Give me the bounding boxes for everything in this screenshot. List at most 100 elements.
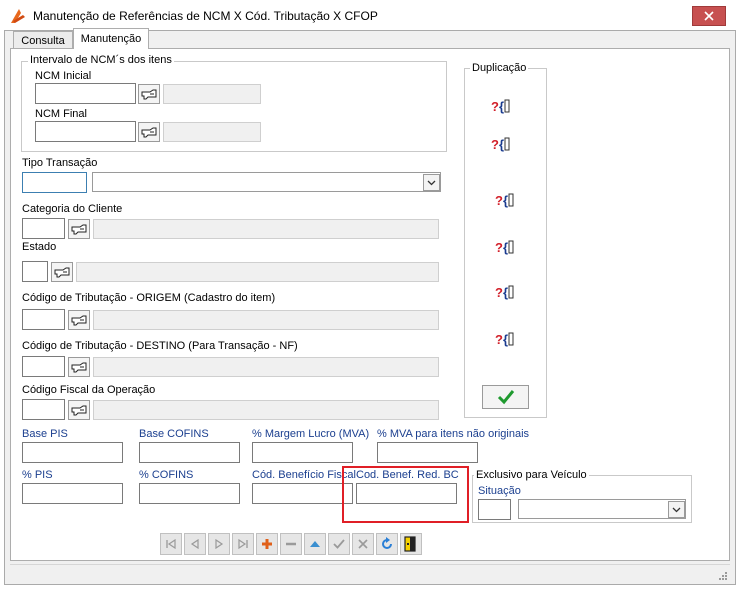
cod-trib-origem-label: Código de Tributação - ORIGEM (Cadastro … bbox=[22, 292, 276, 304]
estado-label: Estado bbox=[22, 241, 57, 253]
svg-text:?: ? bbox=[495, 193, 503, 208]
svg-text:?: ? bbox=[491, 137, 499, 152]
cod-trib-origem-lookup-button[interactable] bbox=[68, 310, 90, 330]
ncm-final-label: NCM Final bbox=[35, 108, 87, 120]
pointing-hand-icon bbox=[141, 89, 157, 100]
ncm-inicial-description bbox=[163, 84, 261, 104]
nav-first-button[interactable] bbox=[160, 533, 182, 555]
nav-edit-button[interactable] bbox=[304, 533, 326, 555]
duplicate-categoria-button[interactable]: ?{ bbox=[494, 190, 516, 210]
pointing-hand-icon bbox=[71, 362, 87, 373]
cfop-description bbox=[93, 400, 439, 420]
cod-trib-origem-input[interactable] bbox=[22, 309, 65, 330]
tab-consulta[interactable]: Consulta bbox=[13, 31, 73, 49]
nav-prior-button[interactable] bbox=[184, 533, 206, 555]
nav-insert-button[interactable] bbox=[256, 533, 278, 555]
base-cofins-label: Base COFINS bbox=[139, 428, 209, 440]
confirm-duplication-button[interactable] bbox=[482, 385, 529, 409]
cross-icon bbox=[358, 539, 368, 549]
ncm-inicial-lookup-button[interactable] bbox=[138, 84, 160, 104]
categoria-cliente-lookup-button[interactable] bbox=[68, 219, 90, 239]
duplicate-query-icon: ?{ bbox=[491, 99, 510, 114]
cod-beneficio-fiscal-input[interactable] bbox=[252, 483, 353, 504]
duplicate-tipo-transacao-button[interactable]: ?{ bbox=[490, 134, 512, 154]
categoria-cliente-description bbox=[93, 219, 439, 239]
tab-label: Consulta bbox=[21, 34, 65, 47]
tipo-transacao-dropdown-button[interactable] bbox=[423, 174, 440, 191]
duplicate-destino-button[interactable]: ?{ bbox=[494, 329, 516, 349]
estado-description bbox=[76, 262, 439, 282]
svg-text:{: { bbox=[503, 193, 508, 208]
nav-refresh-button[interactable] bbox=[376, 533, 398, 555]
minus-icon bbox=[286, 542, 296, 546]
estado-lookup-button[interactable] bbox=[51, 262, 73, 282]
pointing-hand-icon bbox=[141, 127, 157, 138]
ncm-inicial-input[interactable] bbox=[35, 83, 136, 104]
previous-record-icon bbox=[190, 539, 199, 549]
situacao-dropdown-button[interactable] bbox=[668, 501, 685, 518]
cod-trib-destino-label: Código de Tributação - DESTINO (Para Tra… bbox=[22, 340, 298, 352]
plus-icon bbox=[262, 539, 272, 549]
situacao-code-input[interactable] bbox=[478, 499, 511, 520]
window-title: Manutenção de Referências de NCM X Cód. … bbox=[33, 9, 378, 23]
cod-trib-origem-description bbox=[93, 310, 439, 330]
base-cofins-input[interactable] bbox=[139, 442, 240, 463]
title-bar: Manutenção de Referências de NCM X Cód. … bbox=[0, 0, 740, 30]
cfop-input[interactable] bbox=[22, 399, 65, 420]
tipo-transacao-select[interactable] bbox=[92, 172, 441, 192]
duplicate-origem-button[interactable]: ?{ bbox=[494, 282, 516, 302]
ncm-final-lookup-button[interactable] bbox=[138, 122, 160, 142]
ncm-final-input[interactable] bbox=[35, 121, 136, 142]
ncm-final-description bbox=[163, 122, 261, 142]
svg-text:?: ? bbox=[495, 285, 503, 300]
pis-input[interactable] bbox=[22, 483, 123, 504]
veiculo-group-title: Exclusivo para Veículo bbox=[474, 469, 589, 481]
margem-lucro-label: % Margem Lucro (MVA) bbox=[252, 428, 370, 440]
nav-delete-button[interactable] bbox=[280, 533, 302, 555]
pointing-hand-icon bbox=[71, 315, 87, 326]
pis-label: % PIS bbox=[22, 469, 53, 481]
cofins-input[interactable] bbox=[139, 483, 240, 504]
cofins-label: % COFINS bbox=[139, 469, 194, 481]
mva-nao-originais-input[interactable] bbox=[377, 442, 478, 463]
first-record-icon bbox=[166, 539, 176, 549]
margem-lucro-input[interactable] bbox=[252, 442, 353, 463]
base-pis-label: Base PIS bbox=[22, 428, 68, 440]
nav-cancel-button[interactable] bbox=[352, 533, 374, 555]
duplicate-query-icon: ?{ bbox=[495, 285, 514, 300]
pointing-hand-icon bbox=[71, 405, 87, 416]
chevron-down-icon bbox=[427, 180, 436, 185]
exit-button[interactable] bbox=[400, 533, 422, 555]
situacao-select[interactable] bbox=[518, 499, 686, 519]
cod-trib-destino-input[interactable] bbox=[22, 356, 65, 377]
cod-trib-destino-lookup-button[interactable] bbox=[68, 357, 90, 377]
nav-post-button[interactable] bbox=[328, 533, 350, 555]
nav-next-button[interactable] bbox=[208, 533, 230, 555]
status-bar bbox=[10, 564, 730, 582]
pointing-hand-icon bbox=[71, 224, 87, 235]
close-button[interactable] bbox=[692, 6, 726, 26]
tab-label: Manutenção bbox=[80, 33, 142, 45]
tipo-transacao-code-input[interactable] bbox=[22, 172, 87, 193]
duplicate-estado-button[interactable]: ?{ bbox=[494, 237, 516, 257]
cfop-lookup-button[interactable] bbox=[68, 400, 90, 420]
tab-manutencao[interactable]: Manutenção bbox=[73, 28, 149, 49]
categoria-cliente-input[interactable] bbox=[22, 218, 65, 239]
refresh-icon bbox=[382, 537, 392, 549]
nav-last-button[interactable] bbox=[232, 533, 254, 555]
tipo-transacao-label: Tipo Transação bbox=[22, 157, 98, 169]
svg-text:{: { bbox=[503, 240, 508, 255]
pointing-hand-icon bbox=[54, 267, 70, 278]
duplicate-query-icon: ?{ bbox=[495, 332, 514, 347]
svg-text:{: { bbox=[503, 285, 508, 300]
highlight-annotation-box bbox=[342, 466, 469, 523]
base-pis-input[interactable] bbox=[22, 442, 123, 463]
app-logo-icon bbox=[11, 9, 25, 23]
svg-text:{: { bbox=[499, 137, 504, 152]
duplicate-ncm-button[interactable]: ?{ bbox=[490, 96, 512, 116]
svg-text:?: ? bbox=[495, 332, 503, 347]
checkmark-icon bbox=[333, 539, 345, 549]
svg-text:?: ? bbox=[495, 240, 503, 255]
estado-input[interactable] bbox=[22, 261, 48, 282]
resize-grip-icon[interactable] bbox=[717, 570, 727, 580]
